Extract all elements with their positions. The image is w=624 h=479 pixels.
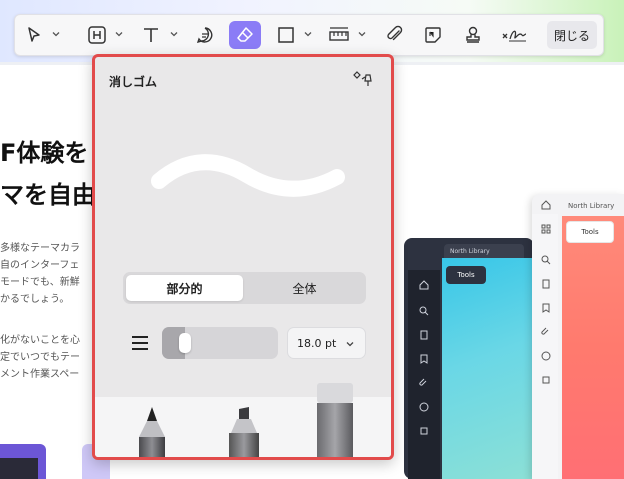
body-text-b3: メント作業スペー — [0, 369, 80, 380]
measure-tool-button[interactable] — [326, 21, 352, 49]
comment-icon — [196, 27, 213, 43]
marker-eraser-icon[interactable] — [225, 407, 265, 460]
hero-heading-line1: F体験を — [0, 139, 89, 167]
eraser-icon — [237, 27, 253, 42]
grid-icon — [541, 224, 551, 234]
paperclip-icon — [541, 327, 549, 335]
ruler-icon — [329, 27, 349, 41]
body-text-a1: 多様なテーマカラ — [0, 243, 80, 254]
body-text-a2: 自のインターフェ — [0, 260, 80, 271]
chevron-down-icon[interactable] — [169, 29, 179, 39]
app-mockup-dark-canvas — [442, 258, 534, 479]
chevron-down-icon — [346, 342, 354, 347]
home-icon — [541, 200, 551, 210]
eraser-tool-button[interactable] — [229, 21, 261, 49]
app-mockup-light-sidebar — [532, 214, 558, 479]
feature-card-dark-inner — [0, 458, 38, 479]
rectangle-icon — [278, 27, 294, 43]
heading-icon — [88, 26, 106, 44]
mode-partial-button[interactable]: 部分的 — [126, 275, 243, 301]
comment-tool-button[interactable] — [193, 21, 217, 49]
app-mockup-dark-sidebar — [408, 270, 440, 479]
slider-thumb[interactable] — [179, 333, 191, 353]
signature-icon — [502, 30, 527, 42]
block-eraser-icon[interactable] — [313, 381, 357, 460]
size-lines-icon — [132, 336, 148, 350]
pin-icon[interactable] — [353, 69, 375, 89]
select-tool-button[interactable] — [23, 21, 45, 49]
app-mockup-dark-tools: Tools — [446, 266, 486, 284]
chevron-down-icon[interactable] — [303, 29, 313, 39]
size-value: 18.0 pt — [297, 336, 337, 350]
layers-icon — [420, 427, 428, 435]
text-tool-button[interactable] — [139, 21, 163, 49]
mode-whole-button[interactable]: 全体 — [246, 275, 363, 301]
paperclip-icon — [419, 378, 427, 386]
stamp-tool-button[interactable] — [461, 21, 485, 49]
shape-tool-button[interactable] — [274, 21, 298, 49]
attach-tool-button[interactable] — [383, 21, 407, 49]
search-icon — [419, 306, 429, 316]
chevron-down-icon[interactable] — [114, 29, 124, 39]
heading-tool-button[interactable] — [85, 21, 109, 49]
comment-icon — [419, 402, 429, 412]
app-mockup-light-canvas — [562, 216, 624, 479]
body-text-a4: かるでしょう。 — [0, 294, 70, 305]
layers-icon — [542, 376, 550, 384]
eraser-type-tray — [95, 383, 391, 460]
eraser-size-select[interactable]: 18.0 pt — [287, 327, 366, 359]
page-icon — [542, 279, 550, 289]
body-text-b2: 定でいつでもテー — [0, 352, 80, 363]
body-text-a3: モードでも、新鮮 — [0, 277, 80, 288]
search-icon — [541, 255, 551, 265]
body-text-b1: 化がないことを心 — [0, 335, 80, 346]
comment-icon — [541, 351, 551, 361]
home-icon — [419, 280, 429, 290]
text-icon — [144, 28, 158, 42]
app-mockup-dark-tab: North Library — [444, 244, 524, 258]
annotation-toolbar: 閉じる — [14, 14, 604, 56]
cursor-icon — [28, 27, 40, 42]
app-mockup-light-tab: North Library — [568, 202, 615, 210]
close-button[interactable]: 閉じる — [547, 21, 597, 49]
chevron-down-icon[interactable] — [51, 29, 61, 39]
bookmark-icon — [542, 303, 550, 313]
sticky-note-tool-button[interactable] — [421, 21, 445, 49]
eraser-mode-toggle: 部分的 全体 — [123, 272, 366, 304]
paperclip-icon — [387, 25, 403, 41]
panel-title: 消しゴム — [109, 75, 158, 89]
app-mockup-light-tools: Tools — [566, 221, 614, 243]
bookmark-icon — [420, 354, 428, 364]
sticky-note-icon — [425, 27, 441, 43]
pencil-eraser-icon[interactable] — [135, 407, 169, 460]
stamp-icon — [466, 26, 480, 43]
eraser-panel: 消しゴム 部分的 全体 18.0 pt — [92, 54, 394, 460]
eraser-size-slider[interactable] — [162, 327, 278, 359]
page-icon — [420, 330, 428, 340]
hero-heading-line2: マを自由 — [0, 181, 96, 209]
signature-tool-button[interactable] — [499, 21, 529, 49]
chevron-down-icon[interactable] — [357, 29, 367, 39]
eraser-stroke-preview — [151, 154, 345, 197]
